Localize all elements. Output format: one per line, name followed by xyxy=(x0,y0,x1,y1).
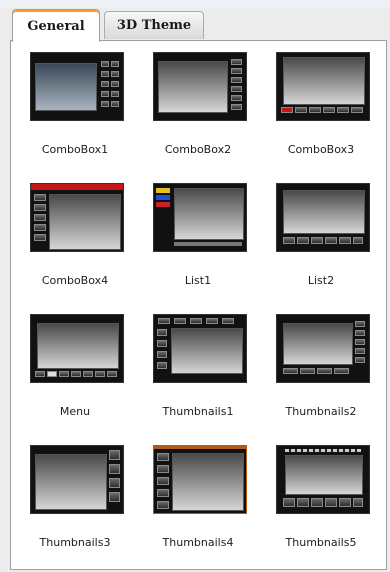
list1-thumbnail-icon xyxy=(154,184,246,251)
theme-label: ComboBox4 xyxy=(41,274,109,287)
window-top-strip xyxy=(0,0,390,8)
theme-label: List1 xyxy=(184,274,212,287)
theme-label: Menu xyxy=(59,405,91,418)
theme-label: Thumbnails5 xyxy=(285,536,357,549)
theme-label: ComboBox3 xyxy=(287,143,355,156)
tab-general[interactable]: General xyxy=(12,9,100,42)
tab-3d-theme[interactable]: 3D Theme xyxy=(104,11,204,39)
combobox2-thumbnail-icon xyxy=(154,53,246,120)
theme-label: ComboBox2 xyxy=(164,143,232,156)
theme-item-combobox2[interactable]: ComboBox2 xyxy=(137,41,259,169)
theme-label: Thumbnails1 xyxy=(162,405,234,418)
theme-label: Thumbnails3 xyxy=(39,536,111,549)
menu-thumbnail-icon xyxy=(31,315,123,382)
theme-label: List2 xyxy=(307,274,335,287)
theme-item-combobox1[interactable]: ComboBox1 xyxy=(14,41,136,169)
thumbnails5-thumbnail-icon xyxy=(277,446,369,513)
combobox4-thumbnail-icon xyxy=(31,184,123,251)
theme-item-thumbnails1[interactable]: Thumbnails1 xyxy=(137,303,259,431)
theme-gallery-panel: ComboBox1 ComboBox2 ComboBox3 ComboBox4 … xyxy=(10,40,387,570)
theme-label: ComboBox1 xyxy=(41,143,109,156)
thumbnails3-thumbnail-icon xyxy=(31,446,123,513)
theme-item-list2[interactable]: List2 xyxy=(260,172,382,300)
combobox3-thumbnail-icon xyxy=(277,53,369,120)
thumbnails4-thumbnail-icon xyxy=(154,446,246,513)
theme-item-list1[interactable]: List1 xyxy=(137,172,259,300)
theme-label: Thumbnails2 xyxy=(285,405,357,418)
thumbnails1-thumbnail-icon xyxy=(154,315,246,382)
theme-item-menu[interactable]: Menu xyxy=(14,303,136,431)
theme-label: Thumbnails4 xyxy=(162,536,234,549)
theme-item-thumbnails3[interactable]: Thumbnails3 xyxy=(14,434,136,562)
theme-item-combobox3[interactable]: ComboBox3 xyxy=(260,41,382,169)
list2-thumbnail-icon xyxy=(277,184,369,251)
thumbnails2-thumbnail-icon xyxy=(277,315,369,382)
theme-item-thumbnails2[interactable]: Thumbnails2 xyxy=(260,303,382,431)
theme-item-thumbnails5[interactable]: Thumbnails5 xyxy=(260,434,382,562)
theme-item-combobox4[interactable]: ComboBox4 xyxy=(14,172,136,300)
combobox1-thumbnail-icon xyxy=(31,53,123,120)
theme-item-thumbnails4[interactable]: Thumbnails4 xyxy=(137,434,259,562)
